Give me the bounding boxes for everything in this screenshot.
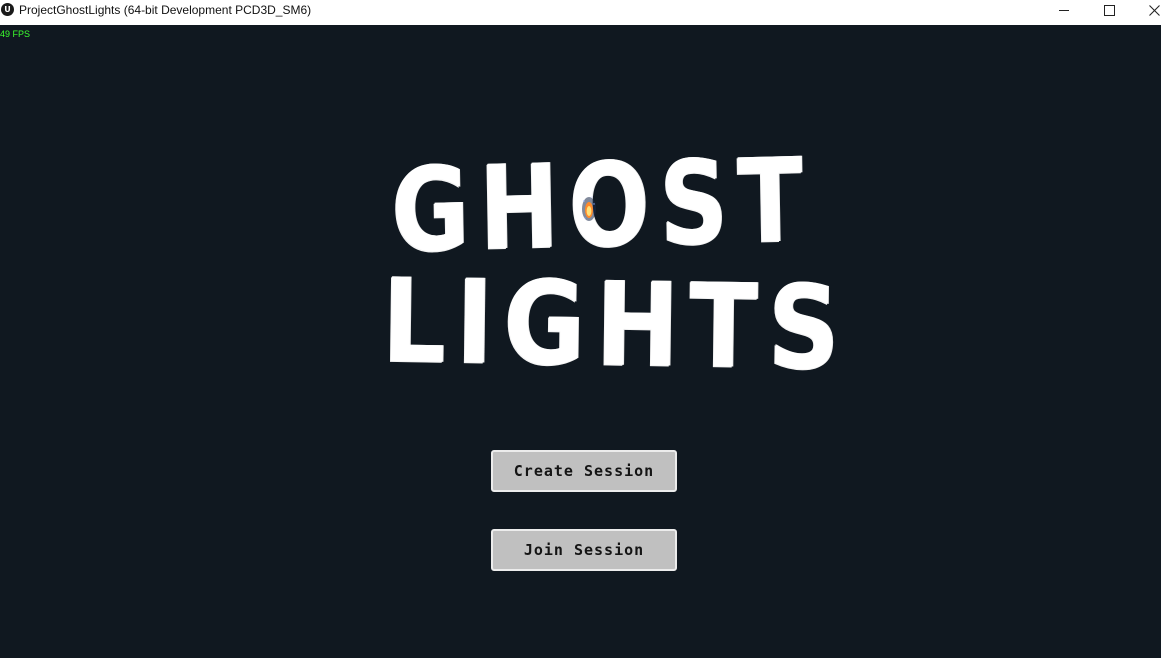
window-title: ProjectGhostLights (64-bit Development P…: [19, 3, 312, 17]
close-icon: [1148, 4, 1160, 16]
unreal-engine-icon: U: [1, 3, 14, 16]
create-session-button[interactable]: Create Session: [491, 450, 677, 492]
logo-title-line-2: LIGHTS: [381, 253, 851, 397]
game-logo: GHOST LIGHTS: [350, 133, 851, 397]
window-titlebar[interactable]: U ProjectGhostLights (64-bit Development…: [0, 0, 1161, 25]
maximize-icon: [1103, 4, 1115, 16]
minimize-icon: [1059, 9, 1069, 11]
join-session-button[interactable]: Join Session: [491, 529, 677, 571]
game-viewport: 49 FPS GHOST LIGHTS Create Session Join …: [0, 25, 1161, 658]
flame-icon: [582, 196, 596, 221]
fps-counter: 49 FPS: [0, 29, 31, 39]
minimize-button[interactable]: [1041, 0, 1087, 20]
close-button[interactable]: [1131, 0, 1161, 20]
maximize-button[interactable]: [1086, 0, 1132, 20]
game-window: U ProjectGhostLights (64-bit Development…: [0, 0, 1161, 658]
